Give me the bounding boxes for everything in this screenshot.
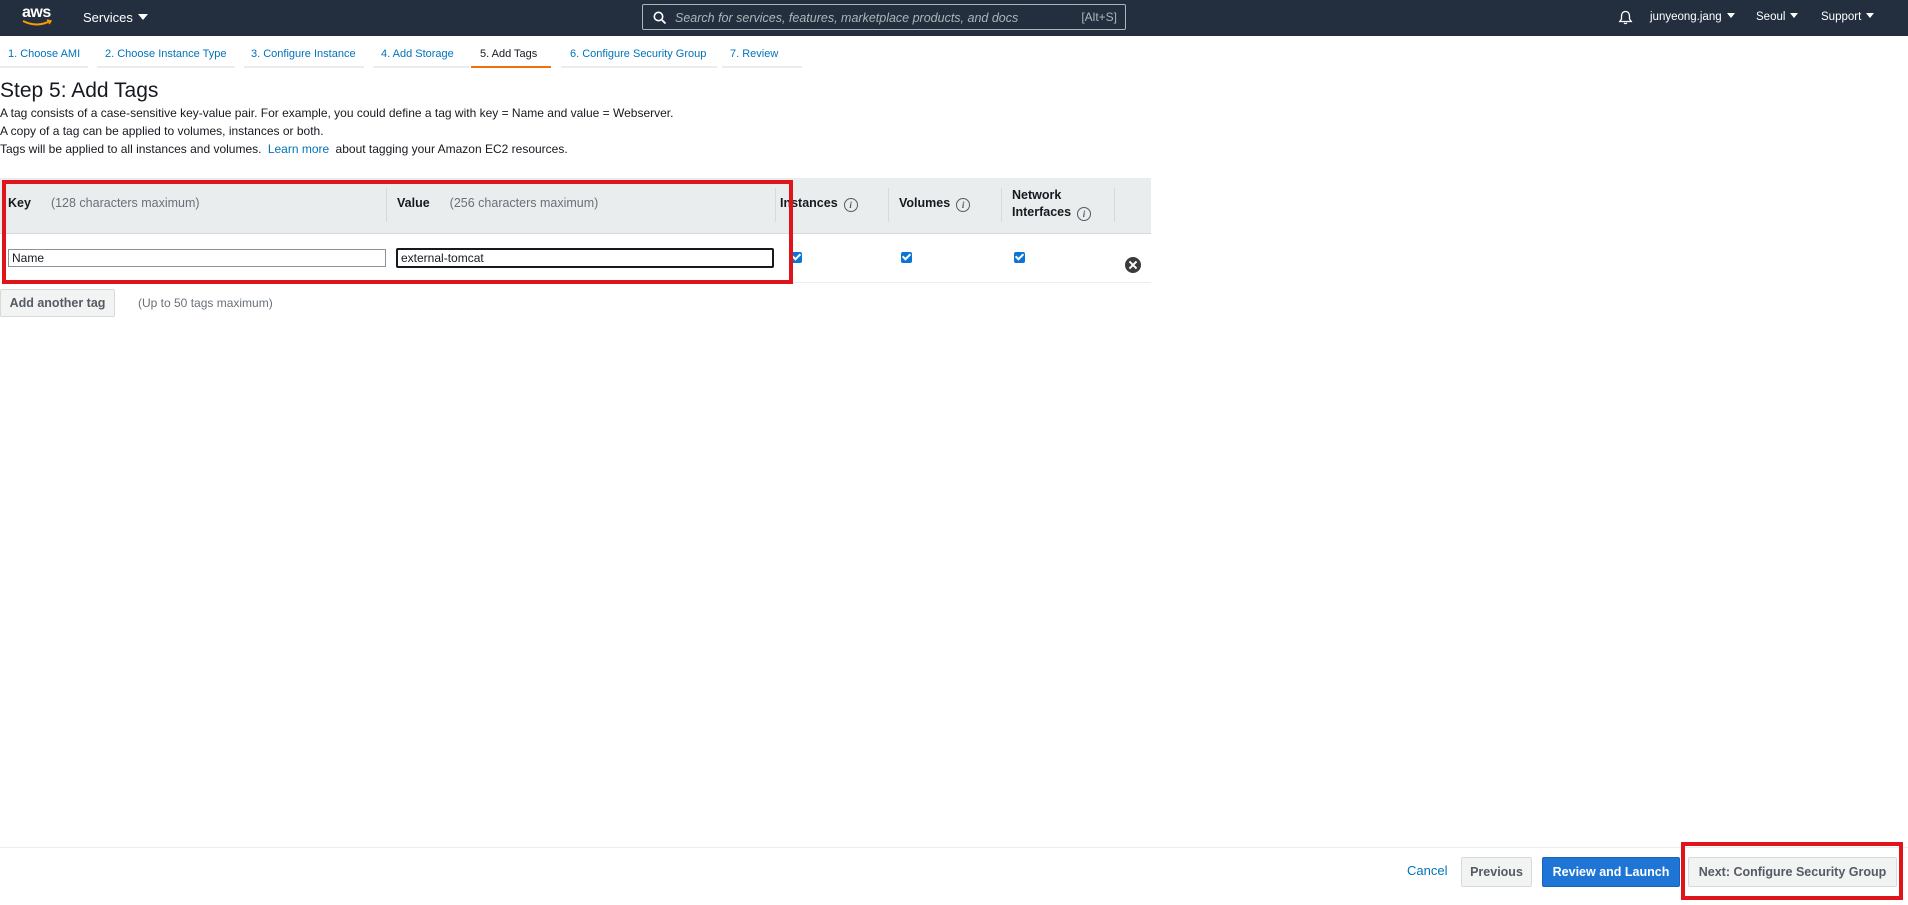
search-input[interactable]	[673, 7, 1057, 29]
user-label: junyeong.jang	[1650, 11, 1722, 23]
services-menu[interactable]: Services	[83, 10, 148, 25]
footer-divider	[0, 847, 1908, 848]
highlight-box-tag-row	[2, 180, 793, 284]
add-another-tag-button[interactable]: Add another tag	[0, 289, 115, 317]
search-icon	[653, 11, 667, 25]
volumes-checkbox[interactable]	[901, 252, 912, 263]
highlight-box-next-button	[1681, 842, 1903, 900]
step-underline-active	[471, 66, 551, 68]
page-title: Step 5: Add Tags	[0, 79, 159, 102]
description-text: Tags will be applied to all instances an…	[0, 142, 262, 156]
description-text: about tagging your Amazon EC2 resources.	[335, 142, 568, 156]
search-shortcut-hint: [Alt+S]	[1081, 10, 1117, 24]
services-label: Services	[83, 10, 133, 25]
support-menu[interactable]: Support	[1821, 11, 1875, 23]
search-box[interactable]: [Alt+S]	[642, 4, 1126, 30]
step-add-tags[interactable]: 5. Add Tags	[480, 48, 537, 60]
step-underline	[722, 66, 802, 68]
cancel-link[interactable]: Cancel	[1407, 863, 1447, 878]
caret-down-icon	[1726, 13, 1735, 18]
network-header-label: Network	[1012, 188, 1062, 202]
region-menu[interactable]: Seoul	[1756, 11, 1799, 23]
description-line: Tags will be applied to all instances an…	[0, 142, 568, 156]
step-underline	[373, 66, 469, 68]
bell-icon[interactable]	[1618, 10, 1633, 25]
description-line: A copy of a tag can be applied to volume…	[0, 124, 324, 138]
caret-down-icon	[1790, 13, 1799, 18]
column-divider	[1001, 188, 1002, 222]
step-underline	[244, 66, 364, 68]
caret-down-icon	[1866, 13, 1875, 18]
previous-button[interactable]: Previous	[1461, 857, 1532, 887]
column-divider	[1114, 188, 1115, 222]
step-review[interactable]: 7. Review	[730, 48, 778, 60]
column-divider	[888, 188, 889, 222]
volumes-column-header: Volumes i	[899, 196, 971, 212]
top-nav-bar: aws Services [Alt+S] junyeong.jang Seoul…	[0, 0, 1908, 36]
review-and-launch-button[interactable]: Review and Launch	[1542, 857, 1680, 887]
step-underline	[561, 66, 717, 68]
step-choose-instance-type[interactable]: 2. Choose Instance Type	[105, 48, 227, 60]
add-tag-limit-hint: (Up to 50 tags maximum)	[138, 296, 273, 310]
network-interfaces-checkbox[interactable]	[1014, 252, 1025, 263]
region-label: Seoul	[1756, 11, 1786, 23]
info-icon[interactable]: i	[956, 198, 971, 212]
step-configure-instance[interactable]: 3. Configure Instance	[251, 48, 356, 60]
step-add-storage[interactable]: 4. Add Storage	[381, 48, 454, 60]
learn-more-link[interactable]: Learn more	[268, 142, 329, 156]
network-header-label: Interfaces	[1012, 205, 1072, 219]
caret-down-icon	[137, 14, 148, 20]
step-underline	[0, 66, 88, 68]
aws-smile-icon	[22, 19, 52, 26]
network-interfaces-column-header: Network Interfaces i	[1012, 187, 1092, 221]
step-configure-security-group[interactable]: 6. Configure Security Group	[570, 48, 706, 60]
step-choose-ami[interactable]: 1. Choose AMI	[8, 48, 80, 60]
volumes-header-label: Volumes	[899, 196, 951, 210]
remove-tag-icon[interactable]	[1125, 257, 1141, 273]
support-label: Support	[1821, 11, 1862, 23]
wizard-steps: 1. Choose AMI 2. Choose Instance Type 3.…	[0, 36, 820, 68]
aws-logo[interactable]: aws	[22, 4, 56, 30]
step-underline	[97, 66, 235, 68]
user-menu[interactable]: junyeong.jang	[1650, 11, 1735, 23]
info-icon[interactable]: i	[1077, 207, 1092, 221]
description-line: A tag consists of a case-sensitive key-v…	[0, 106, 674, 120]
info-icon[interactable]: i	[843, 198, 858, 212]
